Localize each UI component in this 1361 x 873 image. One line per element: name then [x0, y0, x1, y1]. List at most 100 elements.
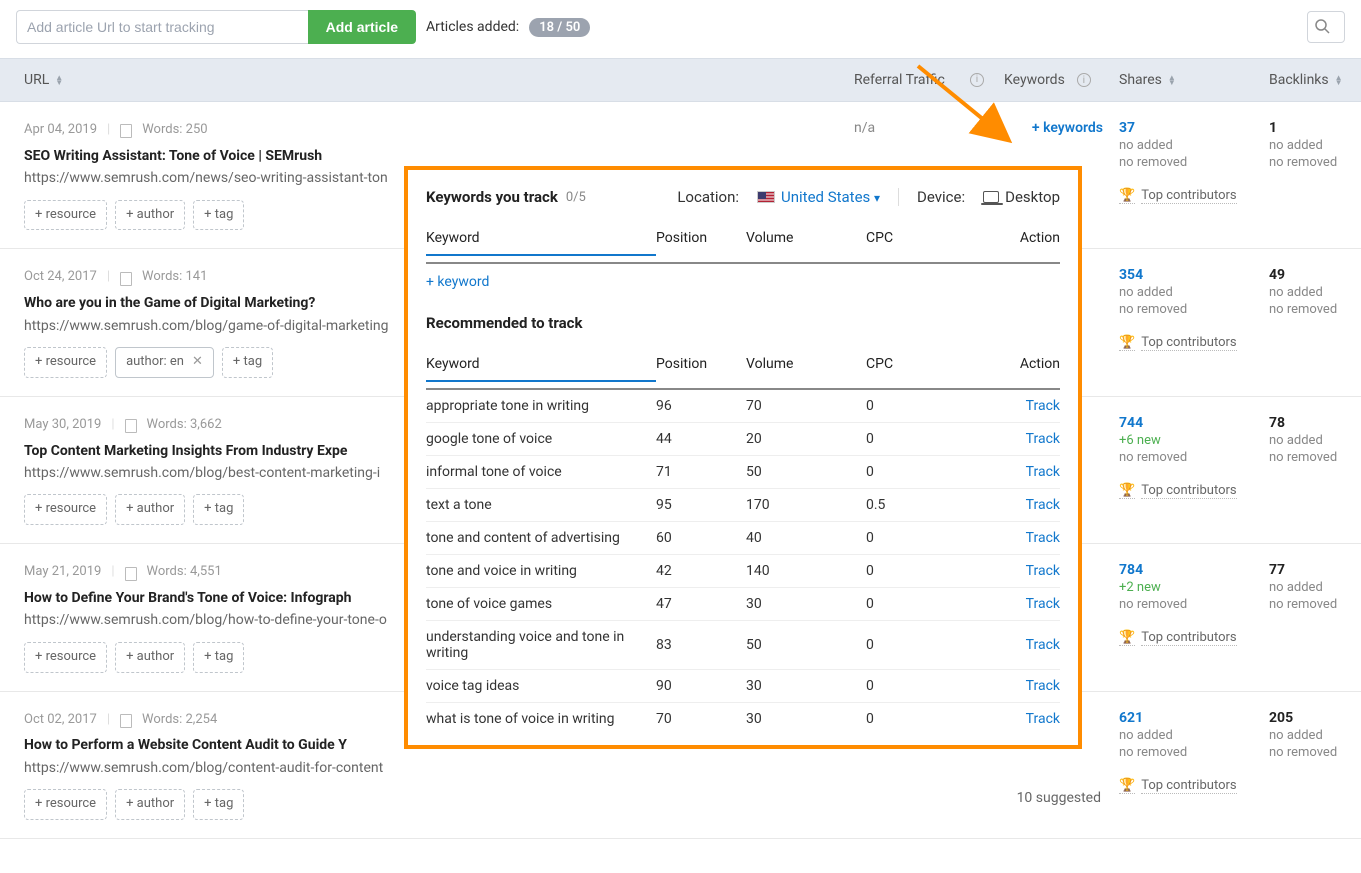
sort-icon: ▲▼ — [1168, 75, 1176, 85]
article-date: May 21, 2019 — [24, 562, 101, 583]
tag-button[interactable]: + resource — [24, 200, 107, 231]
close-icon[interactable]: ✕ — [192, 352, 203, 373]
keyword-cpc: 0 — [866, 711, 966, 727]
shares-count[interactable]: 784 — [1119, 562, 1269, 578]
shares-count[interactable]: 354 — [1119, 267, 1269, 283]
document-icon — [120, 714, 132, 728]
add-article-button[interactable]: Add article — [308, 10, 416, 44]
tag-button[interactable]: + author — [115, 789, 185, 820]
recommended-keyword-row: tone and content of advertising 60 40 0 … — [426, 522, 1060, 555]
tag-button[interactable]: + resource — [24, 494, 107, 525]
keyword-volume: 140 — [746, 563, 866, 579]
keyword-cpc: 0 — [866, 530, 966, 546]
keyword-position: 44 — [656, 431, 746, 447]
word-count: Words: 3,662 — [147, 415, 222, 436]
tag-button[interactable]: + tag — [193, 494, 244, 525]
column-url[interactable]: URL▲▼ — [24, 72, 854, 88]
top-contributors-link[interactable]: 🏆Top contributors — [1119, 188, 1269, 204]
popover-count: 0/5 — [566, 190, 586, 205]
tag-button[interactable]: + tag — [193, 642, 244, 673]
keyword-text: tone and voice in writing — [426, 563, 656, 579]
backlinks-added: no added — [1269, 138, 1361, 153]
info-icon[interactable]: i — [1077, 73, 1091, 87]
shares-removed: no removed — [1119, 155, 1269, 170]
track-button[interactable]: Track — [1026, 596, 1060, 612]
backlinks-added: no added — [1269, 580, 1361, 595]
column-backlinks[interactable]: Backlinks▲▼ — [1269, 72, 1361, 88]
keyword-cpc: 0 — [866, 398, 966, 414]
backlinks-removed: no removed — [1269, 155, 1361, 170]
keyword-cpc: 0.5 — [866, 497, 966, 513]
recommended-table-header: Keyword Position Volume CPC Action — [426, 348, 1060, 390]
trophy-icon: 🏆 — [1119, 483, 1135, 499]
track-button[interactable]: Track — [1026, 497, 1060, 513]
track-button[interactable]: Track — [1026, 431, 1060, 447]
add-keywords-link[interactable]: + keywords — [1032, 120, 1103, 136]
keyword-volume: 170 — [746, 497, 866, 513]
backlinks-count[interactable]: 77 — [1269, 562, 1361, 578]
article-title[interactable]: SEO Writing Assistant: Tone of Voice | S… — [24, 145, 854, 167]
tag-button[interactable]: author: en✕ — [115, 347, 214, 378]
keyword-text: informal tone of voice — [426, 464, 656, 480]
tag-button[interactable]: + author — [115, 200, 185, 231]
track-button[interactable]: Track — [1026, 530, 1060, 546]
shares-count[interactable]: 744 — [1119, 415, 1269, 431]
track-button[interactable]: Track — [1026, 711, 1060, 727]
keyword-volume: 50 — [746, 464, 866, 480]
desktop-icon — [983, 191, 999, 203]
tag-button[interactable]: + tag — [193, 200, 244, 231]
keyword-position: 60 — [656, 530, 746, 546]
backlinks-count[interactable]: 78 — [1269, 415, 1361, 431]
recommended-keyword-row: google tone of voice 44 20 0 Track — [426, 423, 1060, 456]
backlinks-added: no added — [1269, 728, 1361, 743]
table-header: URL▲▼ Referral Traffici Keywordsi Shares… — [0, 58, 1361, 102]
tag-button[interactable]: + resource — [24, 789, 107, 820]
top-contributors-link[interactable]: 🏆Top contributors — [1119, 630, 1269, 646]
shares-added: no added — [1119, 285, 1269, 300]
tag-button[interactable]: + author — [115, 494, 185, 525]
add-keyword-link[interactable]: + keyword — [426, 274, 489, 290]
article-date: Oct 02, 2017 — [24, 710, 97, 731]
track-button[interactable]: Track — [1026, 678, 1060, 694]
column-shares[interactable]: Shares▲▼ — [1119, 72, 1269, 88]
tag-button[interactable]: + tag — [193, 789, 244, 820]
backlinks-count[interactable]: 49 — [1269, 267, 1361, 283]
keyword-text: what is tone of voice in writing — [426, 711, 656, 727]
shares-count[interactable]: 37 — [1119, 120, 1269, 136]
recommended-keyword-row: voice tag ideas 90 30 0 Track — [426, 670, 1060, 703]
flag-us-icon — [757, 191, 775, 203]
location-selector[interactable]: United States ▾ — [781, 188, 880, 206]
track-button[interactable]: Track — [1026, 464, 1060, 480]
tag-button[interactable]: + author — [115, 642, 185, 673]
shares-added: no added — [1119, 138, 1269, 153]
article-url-input[interactable] — [16, 10, 308, 44]
keyword-volume: 30 — [746, 711, 866, 727]
backlinks-count[interactable]: 1 — [1269, 120, 1361, 136]
top-contributors-link[interactable]: 🏆Top contributors — [1119, 778, 1269, 794]
keyword-volume: 20 — [746, 431, 866, 447]
tag-button[interactable]: + resource — [24, 642, 107, 673]
top-contributors-link[interactable]: 🏆Top contributors — [1119, 335, 1269, 351]
keyword-cpc: 0 — [866, 596, 966, 612]
tag-button[interactable]: + tag — [222, 347, 273, 378]
track-button[interactable]: Track — [1026, 637, 1060, 653]
sort-icon: ▲▼ — [55, 75, 63, 85]
track-button[interactable]: Track — [1026, 563, 1060, 579]
top-contributors-link[interactable]: 🏆Top contributors — [1119, 483, 1269, 499]
tag-button[interactable]: + resource — [24, 347, 107, 378]
referral-value: n/a — [854, 120, 875, 136]
annotation-arrow — [908, 58, 1028, 168]
suggested-count: 10 suggested — [1004, 790, 1103, 806]
shares-count[interactable]: 621 — [1119, 710, 1269, 726]
backlinks-added: no added — [1269, 433, 1361, 448]
backlinks-count[interactable]: 205 — [1269, 710, 1361, 726]
track-button[interactable]: Track — [1026, 398, 1060, 414]
keyword-text: understanding voice and tone in writing — [426, 629, 656, 661]
keyword-position: 90 — [656, 678, 746, 694]
recommended-keyword-row: tone of voice games 47 30 0 Track — [426, 588, 1060, 621]
chevron-down-icon: ▾ — [874, 191, 880, 205]
keywords-popover: Keywords you track 0/5 Location: United … — [404, 166, 1082, 749]
articles-count-pill: 18 / 50 — [529, 18, 590, 37]
word-count: Words: 250 — [142, 120, 207, 141]
separator — [898, 188, 899, 206]
